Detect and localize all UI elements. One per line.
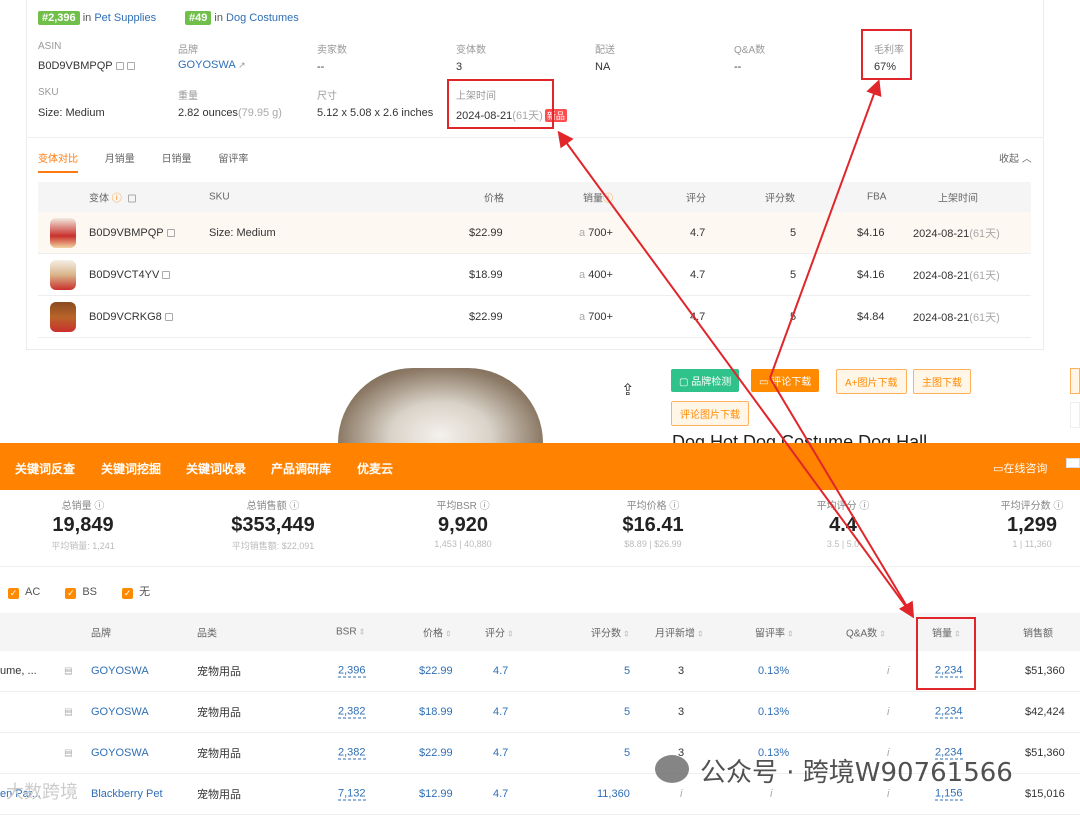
annotation-arrows (557, 79, 915, 619)
arrow-to-sales (769, 377, 915, 619)
watermark-text: 公众号 · 跨境W90761566 (700, 758, 1013, 788)
wechat-icon (655, 755, 689, 783)
watermark-left: 大数跨境 (6, 782, 78, 802)
arrow-to-listed-date (557, 130, 911, 613)
arrow-to-margin (769, 79, 882, 379)
